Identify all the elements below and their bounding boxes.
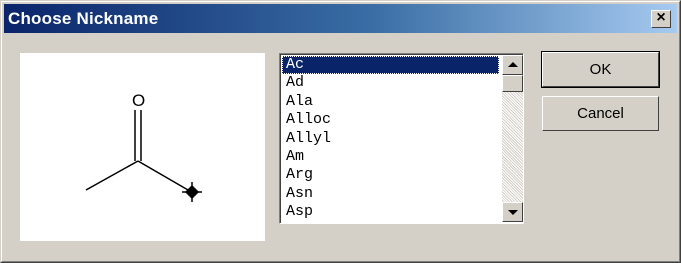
list-item[interactable]: Am [282, 148, 499, 166]
list-item[interactable]: Asp [282, 203, 499, 221]
structure-preview: O [20, 53, 265, 241]
close-button[interactable]: × [651, 9, 671, 28]
scroll-thumb[interactable] [502, 75, 523, 92]
arrow-down-icon [508, 210, 518, 215]
structure-drawing: O [85, 91, 202, 202]
methyl-bond [85, 160, 139, 191]
title-bar[interactable]: Choose Nickname × [4, 4, 677, 33]
oxygen-atom-label: O [132, 91, 145, 110]
list-item[interactable]: Asn [282, 185, 499, 203]
list-item[interactable]: Alloc [282, 111, 499, 129]
scroll-down-button[interactable] [502, 202, 523, 222]
close-icon: × [656, 9, 666, 26]
list-item[interactable]: Ac [282, 56, 499, 75]
nickname-listbox[interactable]: Ac Ad Ala Alloc Allyl Am Arg Asn Asp [279, 53, 524, 224]
list-item[interactable]: Allyl [282, 130, 499, 148]
scroll-up-button[interactable] [502, 55, 523, 75]
list-item[interactable]: Ala [282, 93, 499, 111]
dialog-title: Choose Nickname [8, 9, 159, 28]
list-item[interactable]: Arg [282, 166, 499, 184]
cancel-button[interactable]: Cancel [542, 96, 659, 131]
ok-button[interactable]: OK [541, 51, 660, 88]
arrow-up-icon [508, 62, 518, 67]
list-item[interactable]: Ad [282, 74, 499, 92]
nickname-list[interactable]: Ac Ad Ala Alloc Allyl Am Arg Asn Asp [282, 56, 499, 223]
vertical-scrollbar[interactable] [502, 55, 523, 222]
choose-nickname-dialog: Choose Nickname × O Ac Ad Ala Alloc Ally… [0, 0, 681, 263]
attachment-bond [137, 160, 189, 191]
listbox-frame: Ac Ad Ala Alloc Allyl Am Arg Asn Asp [280, 54, 523, 223]
